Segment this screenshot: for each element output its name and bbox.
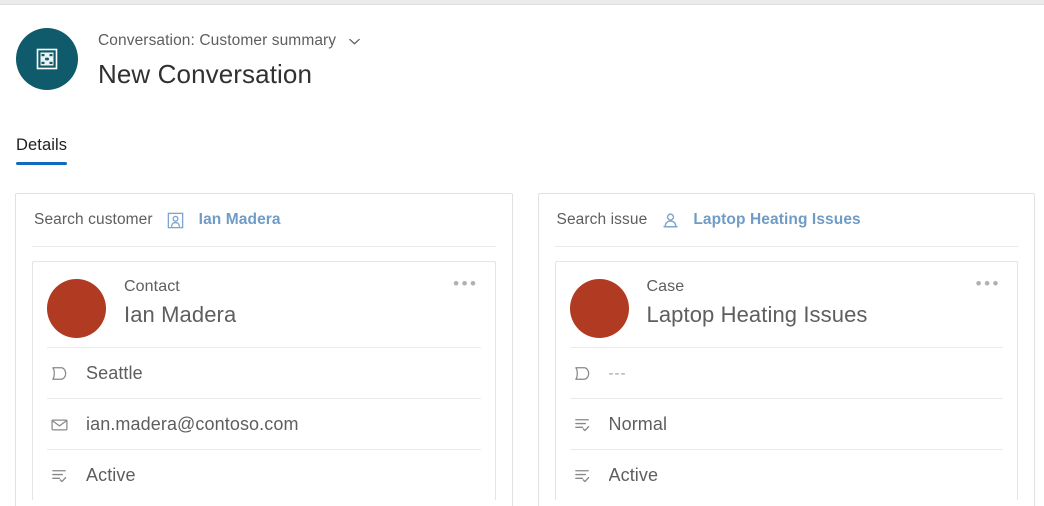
case-priority-row: Normal [569, 398, 1003, 449]
conversation-avatar [16, 28, 78, 90]
contact-record-card: Contact Ian Madera ••• Seattle ian.mader… [32, 261, 496, 500]
case-avatar [569, 279, 629, 338]
page-title: New Conversation [98, 59, 313, 89]
conversation-icon [34, 46, 60, 72]
case-location-value: --- [608, 364, 627, 382]
contact-location-row: Seattle [47, 347, 481, 398]
status-icon [49, 465, 70, 486]
contact-location-value: Seattle [86, 362, 143, 383]
case-status-row: Active [569, 449, 1003, 500]
tab-details[interactable]: Details [16, 136, 68, 165]
issue-link[interactable]: Laptop Heating Issues [693, 211, 860, 229]
header-text-block: Conversation: Customer summary New Conve… [98, 30, 363, 90]
case-record-name: Laptop Heating Issues [646, 302, 868, 327]
case-record-header: Case Laptop Heating Issues ••• [569, 262, 1004, 347]
case-record-type: Case [646, 278, 685, 295]
tab-bar: Details [0, 136, 1044, 172]
more-options-icon[interactable]: ••• [453, 275, 478, 292]
search-issue-row[interactable]: Search issue Laptop Heating Issues [554, 194, 1018, 247]
customer-link[interactable]: Ian Madera [199, 211, 281, 229]
status-icon [572, 465, 593, 486]
contact-status-value: Active [86, 464, 136, 485]
contact-email-row: ian.madera@contoso.com [47, 398, 481, 449]
more-options-icon[interactable]: ••• [976, 275, 1001, 292]
chevron-down-icon[interactable] [345, 32, 363, 50]
contact-email-value: ian.madera@contoso.com [86, 413, 299, 434]
contact-status-row: Active [47, 449, 481, 500]
case-location-row: --- [569, 347, 1003, 398]
cards-container: Search customer Ian Madera Contact Ian M… [0, 193, 1044, 506]
contact-record-name: Ian Madera [124, 302, 237, 327]
contact-record-type: Contact [124, 278, 180, 295]
status-icon [572, 414, 593, 435]
contact-icon [166, 210, 186, 230]
search-issue-label: Search issue [556, 211, 648, 228]
customer-card: Search customer Ian Madera Contact Ian M… [15, 193, 513, 506]
header-subtitle-row: Conversation: Customer summary [98, 30, 363, 52]
case-record-card: Case Laptop Heating Issues ••• --- Norma… [554, 261, 1018, 500]
search-customer-row[interactable]: Search customer Ian Madera [32, 194, 496, 247]
case-priority-value: Normal [608, 413, 668, 434]
page-header: Conversation: Customer summary New Conve… [0, 12, 1044, 107]
contact-record-labels: Contact Ian Madera [124, 277, 236, 329]
contact-record-header: Contact Ian Madera ••• [47, 262, 481, 347]
search-customer-label: Search customer [34, 211, 153, 228]
contact-avatar [47, 279, 106, 338]
email-icon [49, 414, 70, 435]
case-record-labels: Case Laptop Heating Issues [647, 277, 868, 329]
conversation-subtitle: Conversation: Customer summary [98, 32, 337, 49]
issue-card: Search issue Laptop Heating Issues Case … [537, 193, 1035, 506]
location-icon [572, 363, 593, 384]
case-icon [660, 210, 680, 230]
location-icon [49, 363, 70, 384]
window-top-strip [0, 0, 1044, 5]
case-status-value: Active [608, 464, 659, 485]
